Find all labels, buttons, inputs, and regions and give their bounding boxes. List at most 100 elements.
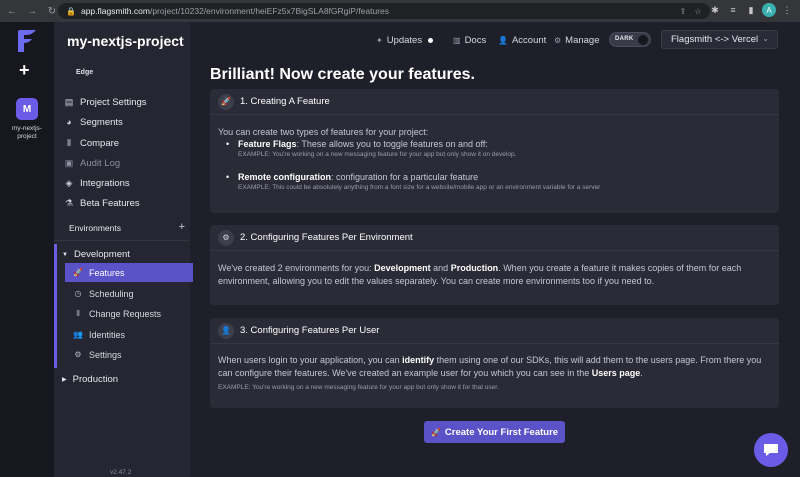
env-item-change-requests[interactable]: ⫴ Change Requests [65,304,193,323]
sidebar-item-label: Project Settings [80,96,147,108]
bookmark-star-icon[interactable]: ☆ [692,5,704,17]
address-bar[interactable]: 🔒 app.flagsmith.com /project/10232/envir… [58,3,710,19]
sidebar-item-label: Segments [80,116,123,128]
project-select-value: Flagsmith <-> Vercel [671,34,759,45]
sidebar-item-label: Integrations [80,177,130,189]
page-title: Brilliant! Now create your features. [210,66,475,83]
clock-icon: ◷ [74,289,82,298]
sidebar-item-integrations[interactable]: ◈ Integrations [54,173,190,193]
sidebar-item-label: Beta Features [80,197,140,209]
manage-label: Manage [565,35,600,46]
sidebar: my-nextjs-project Edge ▤ Project Setting… [54,22,193,477]
sidebar-item-label: Compare [80,137,120,149]
docs-link[interactable]: ▥ Docs [453,35,486,46]
bullet-text: Feature Flags: These allows you to toggl… [238,139,488,149]
theme-label: DARK [615,36,634,42]
compare-icon: ⫴ [67,137,71,148]
text-run: . [640,368,643,378]
add-project-icon[interactable]: + [19,60,30,81]
environment-label: Production [72,374,119,385]
environments-header: Environments + [69,221,185,233]
pie-icon: ◕ [66,117,72,127]
env-item-label: Change Requests [89,308,162,319]
environment-development[interactable]: ▼ Development [62,249,130,260]
environment-production[interactable]: ▶ Production [62,374,118,385]
env-item-settings[interactable]: ⚙ Settings [65,345,193,364]
forward-icon[interactable]: → [24,3,40,19]
manage-link[interactable]: ⚙ Manage [554,35,600,46]
extensions-icon[interactable]: ✱ [708,3,722,17]
card-title: 1. Creating A Feature [240,96,330,107]
bullet-dot: • [226,139,230,149]
side-panel-icon[interactable]: ▮ [744,3,758,17]
list-item: • Feature Flags: These allows you to tog… [226,139,766,163]
sparkle-icon: ✦ [376,36,383,45]
users-icon: 👥 [73,330,83,339]
media-icon[interactable]: ≡ [726,3,740,17]
account-label: Account [511,35,547,46]
docs-label: Docs [464,35,487,46]
app-version: v2.47.2 [110,469,132,476]
list-icon: ▣ [64,157,74,168]
text-strong: Production [450,263,499,273]
button-label: Create Your First Feature [444,426,559,438]
profile-avatar[interactable]: A [762,3,776,17]
info-card-environments: ⚙ 2. Configuring Features Per Environmen… [210,225,779,305]
project-rail: + M my-nextjs-project [0,22,54,477]
project-title: my-nextjs-project [67,33,184,49]
sidebar-item-audit-log[interactable]: ▣ Audit Log [54,153,190,173]
more-menu-icon[interactable]: ⋮ [780,3,794,17]
rocket-icon: 🚀 [430,427,441,437]
bullet-strong: Feature Flags [238,139,297,149]
toggle-knob [638,35,648,45]
flask-icon: ⚗ [64,197,74,208]
flagsmith-logo-icon[interactable] [14,28,40,54]
sidebar-item-segments[interactable]: ◕ Segments [54,112,190,132]
sidebar-item-beta-features[interactable]: ⚗ Beta Features [54,193,190,213]
list-item: • Remote configuration: configuration fo… [226,172,766,196]
sidebar-item-project-settings[interactable]: ▤ Project Settings [54,92,190,112]
unread-dot [428,38,434,43]
share-icon[interactable]: ⇪ [677,5,689,17]
bullet-body: : These allows you to toggle features on… [296,139,488,149]
rail-project-name[interactable]: my-nextjs-project [4,125,50,141]
bullet-text: Remote configuration: configuration for … [238,172,478,182]
rocket-icon: 🚀 [73,268,83,277]
info-card-users: 👤 3. Configuring Features Per User When … [210,318,779,408]
account-link[interactable]: 👤 Account [498,35,546,46]
theme-toggle[interactable]: DARK [609,32,651,47]
sidebar-item-compare[interactable]: ⫴ Compare [54,133,190,153]
bullet-example: EXAMPLE: You're working on a new messagi… [238,151,517,158]
env-item-label: Features [89,267,125,278]
env-item-identities[interactable]: 👥 Identities [65,325,193,344]
create-first-feature-button[interactable]: 🚀 Create Your First Feature [424,421,565,443]
card-title: 3. Configuring Features Per User [240,325,380,336]
bullet-example: EXAMPLE: This could be absolutely anythi… [238,184,601,191]
caret-right-icon: ▶ [62,377,67,383]
env-item-label: Scheduling [89,288,134,299]
env-item-label: Identities [89,329,126,340]
environment-label: Development [73,249,130,260]
env-item-label: Settings [89,349,122,360]
text-strong: identify [402,355,435,365]
card-header: 👤 3. Configuring Features Per User [210,318,779,344]
project-avatar[interactable]: M [16,98,38,120]
info-card-creating-feature: 🚀 1. Creating A Feature You can create t… [210,89,779,213]
rocket-icon: 🚀 [218,93,234,110]
card-header: 🚀 1. Creating A Feature [210,89,779,115]
env-item-features[interactable]: 🚀 Features [65,263,193,282]
card-header: ⚙ 2. Configuring Features Per Environmen… [210,225,779,251]
back-icon[interactable]: ← [4,3,20,19]
gear-icon: ⚙ [554,36,562,45]
chat-launcher[interactable] [754,433,788,467]
card-body-text: We've created 2 environments for you: De… [218,262,773,288]
url-path: /project/10232/environment/heiEFz5x7BigS… [149,6,390,16]
add-environment-icon[interactable]: + [179,221,185,233]
environment-development-group: ▼ Development 🚀 Features ◷ Scheduling ⫴ … [54,244,193,368]
settings-icon: ▤ [64,96,74,107]
chat-bubble-icon [764,444,778,456]
env-item-scheduling[interactable]: ◷ Scheduling [65,284,193,303]
updates-link[interactable]: ✦ Updates [376,35,434,46]
project-select[interactable]: Flagsmith <-> Vercel ⌄ [661,30,778,49]
compare-icon: ⫴ [76,308,80,318]
